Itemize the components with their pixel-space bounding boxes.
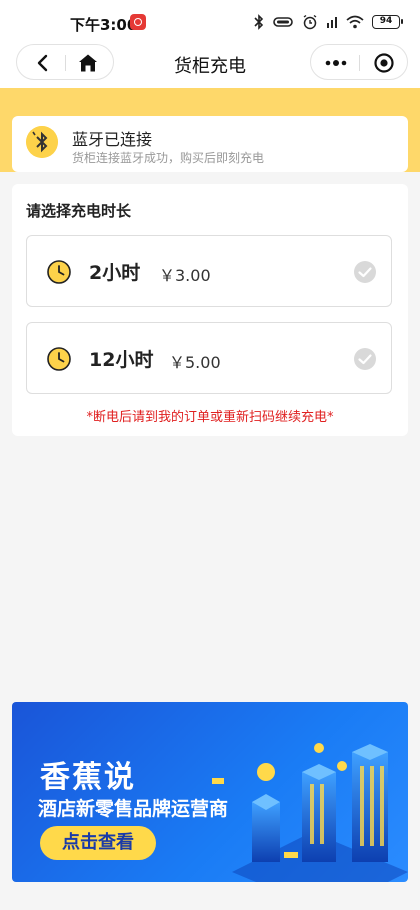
status-bar: 下午3:00 94 (0, 0, 420, 42)
vibrate-icon (273, 17, 293, 27)
duration-panel: 请选择充电时长 2小时 ￥3.00 12小时 ￥5.00 *断电后请到我的订单或… (12, 184, 408, 436)
duration-hours: 2小时 (89, 262, 141, 284)
bluetooth-status-icon (254, 14, 264, 30)
duration-heading: 请选择充电时长 (26, 202, 132, 220)
bluetooth-status-title: 蓝牙已连接 (72, 130, 153, 149)
status-time: 下午3:00 (70, 16, 138, 34)
clock-icon (47, 260, 71, 284)
hd-signal-icon (327, 17, 337, 28)
duration-hours: 12小时 (89, 349, 154, 371)
bluetooth-status-subtitle: 货柜连接蓝牙成功，购买后即刻充电 (72, 151, 265, 165)
capsule-divider (359, 55, 360, 71)
banner-subtitle: 酒店新零售品牌运营商 (38, 798, 229, 820)
duration-price: ￥3.00 (159, 266, 211, 285)
nav-right-capsule (310, 44, 408, 80)
unselected-check-icon (354, 261, 376, 283)
duration-price: ￥5.00 (169, 353, 221, 372)
duration-option-2h[interactable]: 2小时 ￥3.00 (26, 235, 392, 307)
close-miniprogram-icon[interactable] (373, 52, 395, 74)
back-icon[interactable] (33, 53, 53, 73)
nav-left-capsule (16, 44, 114, 80)
more-icon[interactable] (323, 52, 349, 74)
banner-title: 香蕉说 (40, 760, 136, 795)
status-icons: 94 (254, 12, 403, 32)
app-notification-icon (130, 14, 146, 30)
bluetooth-connected-icon (26, 126, 58, 158)
nav-bar: 货柜充电 (0, 42, 420, 88)
duration-option-12h[interactable]: 12小时 ￥5.00 (26, 322, 392, 394)
unselected-check-icon (354, 348, 376, 370)
alarm-icon (303, 14, 317, 30)
wifi-icon (346, 15, 364, 29)
promo-banner[interactable]: 香蕉说 酒店新零售品牌运营商 点击查看 (12, 702, 408, 882)
clock-icon (47, 347, 71, 371)
bluetooth-status-card: 蓝牙已连接 货柜连接蓝牙成功，购买后即刻充电 (12, 116, 408, 172)
banner-cta-button[interactable]: 点击查看 (40, 826, 156, 860)
recharge-notice: *断电后请到我的订单或重新扫码继续充电* (86, 410, 334, 425)
battery-indicator: 94 (372, 15, 403, 29)
capsule-divider (65, 55, 66, 71)
home-icon[interactable] (77, 53, 99, 73)
